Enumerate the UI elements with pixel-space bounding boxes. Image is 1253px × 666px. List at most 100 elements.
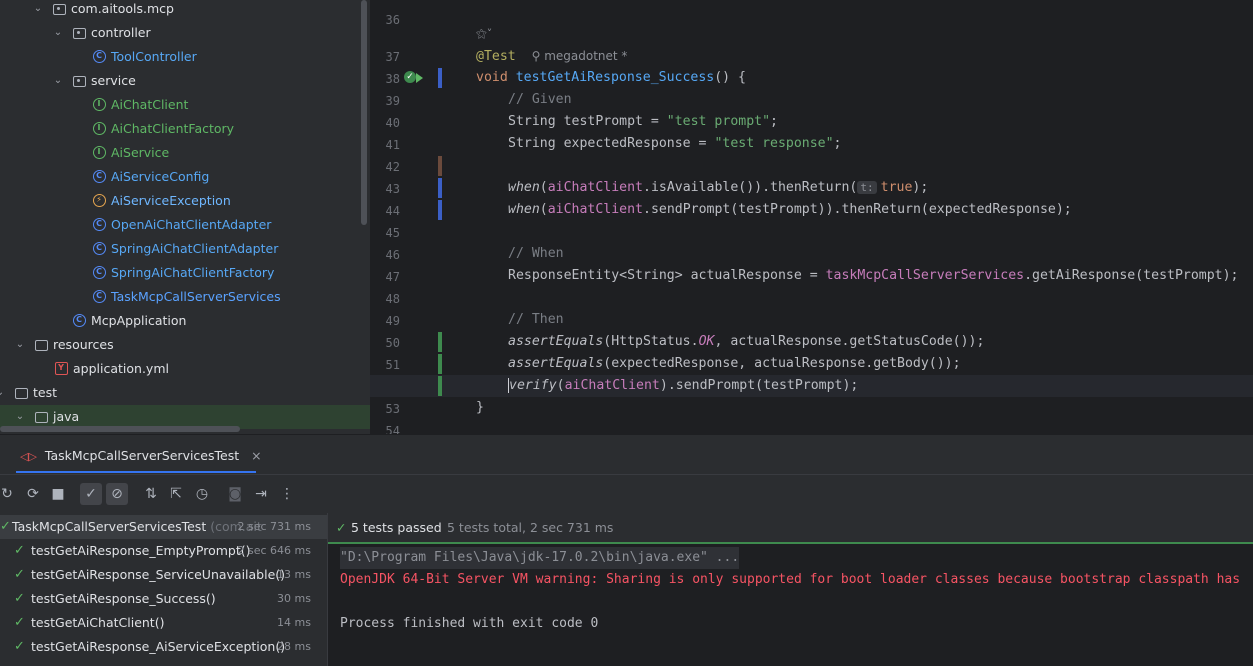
active-tab-indicator [16,471,256,473]
code-line-43: when(aiChatClient.isAvailable()).thenRet… [370,177,1253,199]
run-toolbar: ↻ ⟳ ■ ✓ ⊘ ⇅ ⇱ ◷ ◙ ⇥ ⋮ [0,474,1253,513]
vcs-marker[interactable] [438,332,442,352]
tree-item-label: resources [53,337,114,352]
tree-item[interactable]: C SpringAiChatClientAdapter [0,237,360,261]
vcs-marker[interactable] [438,200,442,220]
show-ignored-icon[interactable]: ⊘ [106,483,128,505]
more-icon[interactable]: ⋮ [276,483,298,505]
code-line-53: } [476,400,484,415]
run-test-icon[interactable]: ✓ [404,71,416,83]
exception-class-icon: ⚡ [93,194,106,207]
code-line-42 [370,155,1253,177]
rerun-icon[interactable]: ↻ [0,483,18,505]
console-command: "D:\Program Files\Java\jdk-17.0.2\bin\ja… [340,547,740,569]
author-hint[interactable]: ⚲ megadotnet * [532,49,628,63]
test-result-row[interactable]: ✓ testGetAiResponse_Success() 30 ms [0,587,327,611]
tree-item[interactable]: I AiChatClientFactory [0,117,360,141]
camera-icon[interactable]: ◙ [224,483,246,505]
tree-item-label: AiChatClient [111,97,189,112]
tree-item[interactable]: Yapplication.yml [0,357,360,381]
tree-item[interactable]: C SpringAiChatClientFactory [0,261,360,285]
ai-hint-icon[interactable]: ⚝˅ [476,23,492,45]
line-number: 48 [385,292,400,306]
vcs-marker[interactable] [438,68,442,88]
tree-item[interactable]: C McpApplication [0,309,360,333]
passed-check-icon: ✓ [14,591,25,606]
stop-icon[interactable]: ■ [47,483,69,505]
tree-item[interactable]: ⌄ service [0,69,360,93]
rerun-failed-icon[interactable]: ⟳ [22,483,44,505]
vcs-marker[interactable] [438,376,442,396]
tree-item-label: com.aitools.mcp [71,1,174,16]
tree-item[interactable]: ⚡ AiServiceException [0,189,360,213]
show-passed-icon[interactable]: ✓ [80,483,102,505]
line-number: 54 [385,424,400,434]
test-duration: 2 sec 731 ms [237,520,311,533]
tree-vertical-scrollbar[interactable] [361,0,367,225]
tree-horizontal-scrollbar[interactable] [0,426,240,432]
passed-check-icon: ✓ [14,615,25,630]
code-line-39: // Given [508,92,572,107]
tree-item-label: TaskMcpCallServerServices [111,289,281,304]
test-run-icon: ◁▷ [20,450,37,463]
tree-item[interactable]: I AiChatClient [0,93,360,117]
tree-item[interactable]: ⌄ com.aitools.mcp [0,0,360,21]
history-icon[interactable]: ◷ [191,483,213,505]
tree-item[interactable]: C TaskMcpCallServerServices [0,285,360,309]
passed-check-icon: ✓ [14,639,25,654]
code-line-44: when(aiChatClient.sendPrompt(testPrompt)… [370,199,1253,221]
package-icon [73,76,86,87]
code-line-40: String testPrompt = "test prompt"; [508,114,778,129]
code-line-38: ✓ void testGetAiResponse_Success() { [370,67,1253,89]
interface-icon: I [93,98,106,111]
test-name: testGetAiResponse_AiServiceException() [31,639,286,654]
tree-item[interactable]: I AiService [0,141,360,165]
chevron-down-icon[interactable]: ⌄ [14,333,26,357]
test-result-row[interactable]: ✓ testGetAiResponse_EmptyPrompt() 2 sec 64… [0,539,327,563]
chevron-down-icon[interactable]: ⌄ [52,69,64,93]
sort-icon[interactable]: ⇅ [140,483,162,505]
code-line-46: // When [508,246,564,261]
test-results-tree: ✓ TaskMcpCallServerServicesTest (com.ait 2… [0,513,328,666]
tree-item-label: application.yml [73,361,169,376]
tree-item[interactable]: C AiServiceConfig [0,165,360,189]
test-result-row[interactable]: ✓ testGetAiResponse_ServiceUnavailable() 1… [0,563,327,587]
class-icon: C [93,218,106,231]
chevron-down-icon[interactable]: ⌄ [0,381,6,405]
test-result-row[interactable]: ✓ testGetAiResponse_AiServiceException() 2… [0,635,327,659]
run-gutter-icon[interactable] [416,73,423,83]
run-tab[interactable]: ◁▷ TaskMcpCallServerServicesTest × [20,445,262,467]
console-output[interactable]: ✓ 5 tests passed 5 tests total, 2 sec 73… [328,513,1253,666]
tree-item[interactable]: C OpenAiChatClientAdapter [0,213,360,237]
run-tab-bar: ◁▷ TaskMcpCallServerServicesTest × [0,434,1253,475]
tree-item[interactable]: ⌄ controller [0,21,360,45]
import-tests-icon[interactable]: ⇱ [165,483,187,505]
tree-item-label: AiService [111,145,170,160]
passed-check-icon: ✓ [14,543,25,558]
class-icon: C [93,242,106,255]
tree-item[interactable]: ⌄ resources [0,333,360,357]
vcs-marker[interactable] [438,178,442,198]
folder-icon [35,340,48,351]
test-name: testGetAiChatClient() [31,615,165,630]
vcs-marker[interactable] [438,156,442,176]
chevron-down-icon[interactable]: ⌄ [32,0,44,21]
test-result-row[interactable]: ✓ testGetAiChatClient() 14 ms [0,611,327,635]
export-icon[interactable]: ⇥ [250,483,272,505]
chevron-down-icon[interactable]: ⌄ [52,21,64,45]
test-duration: 30 ms [277,592,311,605]
tree-item[interactable]: ⌄ test [0,381,360,405]
code-line-49: // Then [508,312,564,327]
code-line-51: assertEquals(expectedResponse, actualRes… [370,353,1253,375]
line-inlay-hints: ⚝˅ [370,23,1253,45]
tree-item-label: OpenAiChatClientAdapter [111,217,272,232]
tree-item[interactable]: C ToolController [0,45,360,69]
vcs-marker[interactable] [438,354,442,374]
class-icon: C [73,314,86,327]
test-name: testGetAiResponse_ServiceUnavailable() [31,567,286,582]
code-editor[interactable]: 36373839404142434445464748495051525354 ⚝… [370,0,1253,434]
close-tab-icon[interactable]: × [251,448,261,463]
test-result-row[interactable]: ✓ TaskMcpCallServerServicesTest (com.ait 2… [0,515,327,539]
yaml-file-icon: Y [55,362,68,375]
tree-item-label: service [91,73,136,88]
